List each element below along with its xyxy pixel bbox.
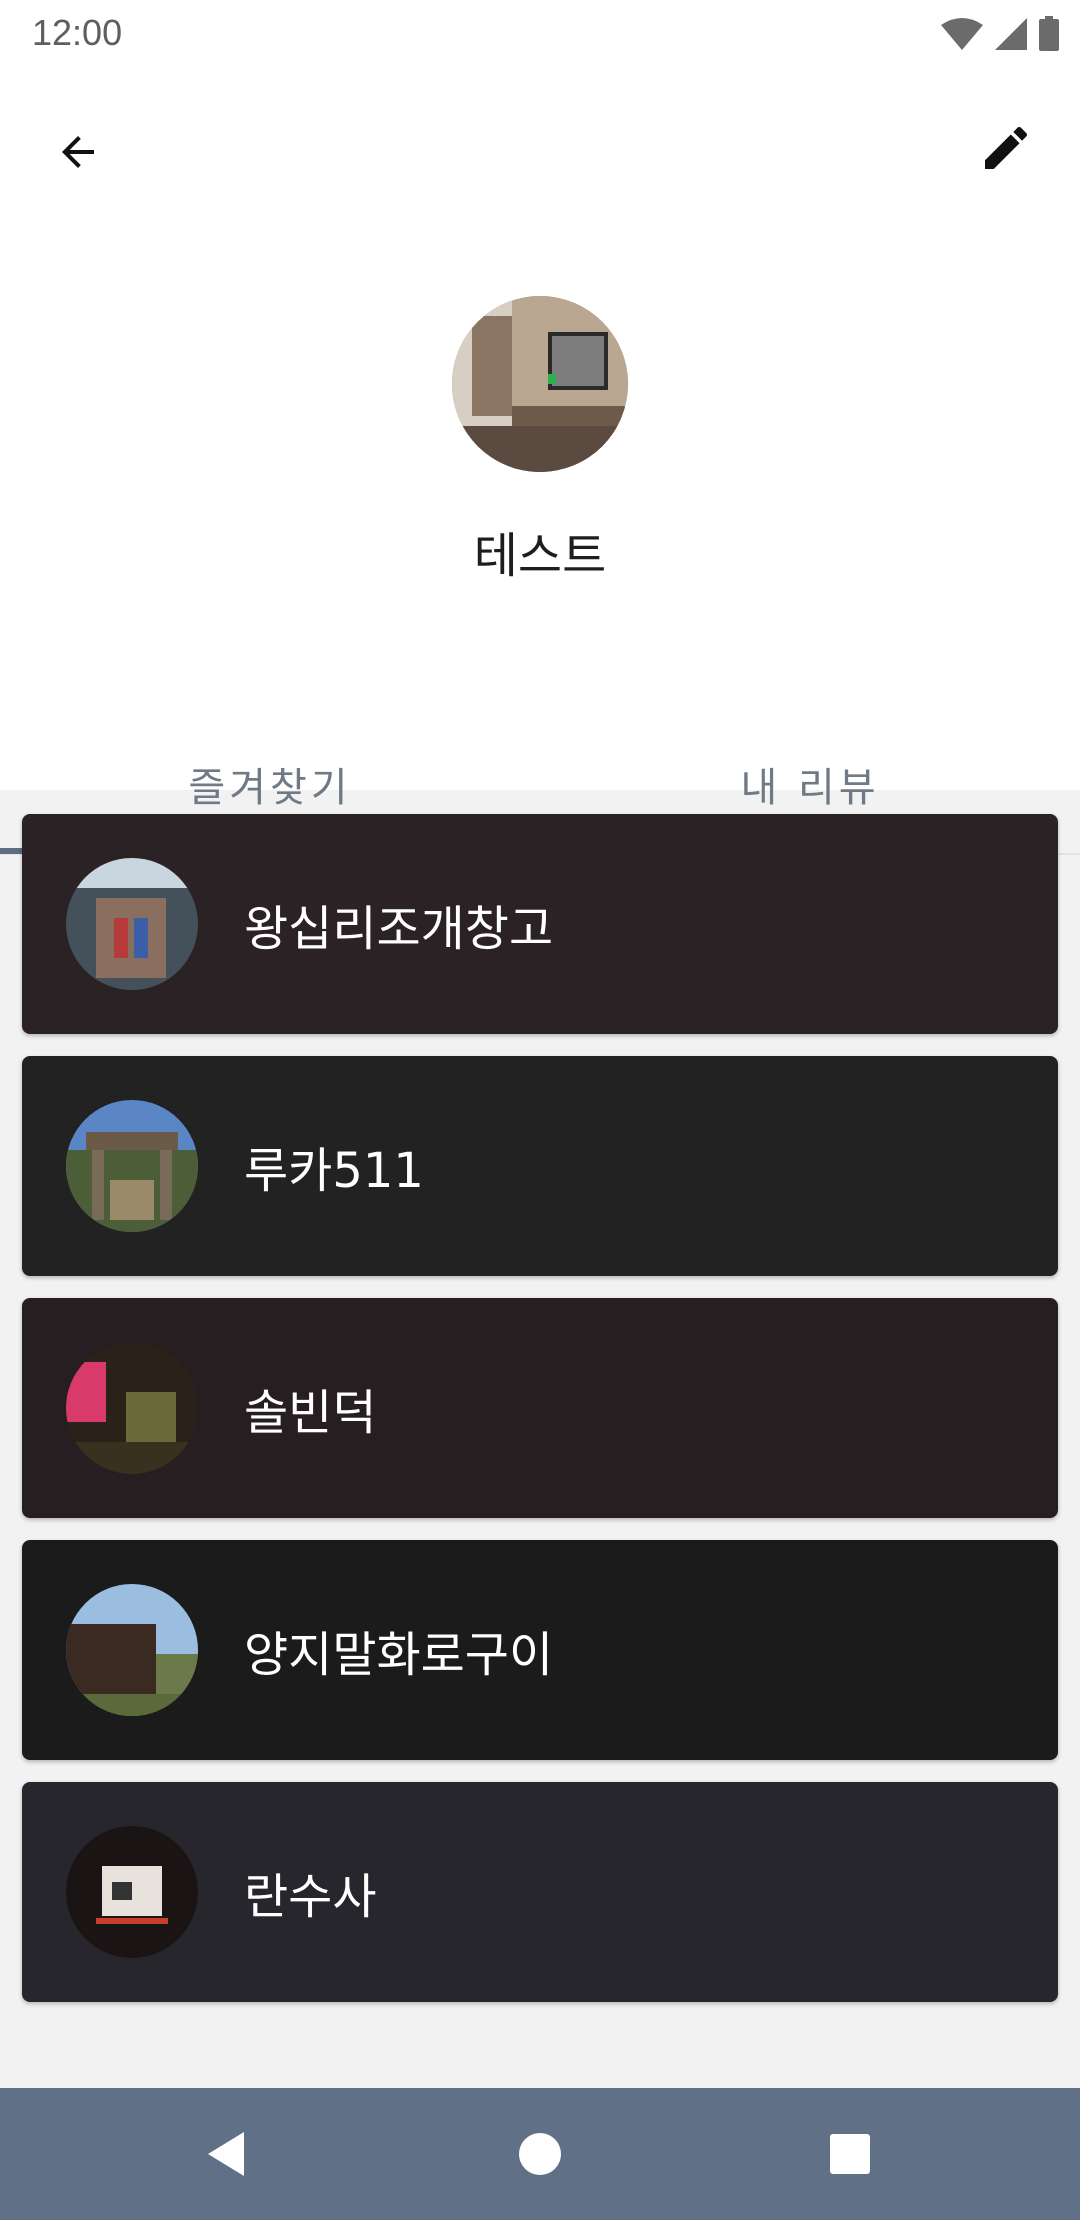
pencil-icon — [985, 126, 1028, 169]
restaurant-name: 루카511 — [244, 1143, 424, 1199]
list-item[interactable]: 루카511 — [22, 1056, 1058, 1276]
restaurant-name: 란수사 — [244, 1869, 377, 1925]
arrow-back-icon — [62, 136, 94, 168]
list-item[interactable]: 양지말화로구이 — [22, 1540, 1058, 1760]
restaurant-name: 솔빈덕 — [244, 1385, 377, 1441]
nav-recents-button[interactable] — [818, 2122, 882, 2186]
restaurant-name: 양지말화로구이 — [244, 1627, 554, 1683]
status-time: 12:00 — [32, 12, 123, 53]
nav-home-button[interactable] — [508, 2122, 572, 2186]
profile-header: 테스트 즐겨찾기 내 리뷰 — [0, 66, 1080, 855]
battery-icon — [1039, 16, 1059, 51]
recents-square-icon — [830, 2134, 870, 2174]
status-icons — [940, 14, 1060, 54]
favorites-list: 왕십리조개창고 루카511 솔빈덕 양지말화로구이 란수사 — [22, 814, 1058, 2024]
back-triangle-icon — [208, 2132, 244, 2176]
restaurant-thumbnail — [66, 1100, 198, 1232]
back-button[interactable] — [42, 116, 114, 188]
home-circle-icon — [519, 2133, 561, 2175]
list-item[interactable]: 왕십리조개창고 — [22, 814, 1058, 1034]
cell-signal-icon — [995, 18, 1027, 50]
profile-avatar[interactable] — [452, 296, 628, 472]
system-navigation-bar — [0, 2088, 1080, 2220]
list-item[interactable]: 란수사 — [22, 1782, 1058, 2002]
status-bar: 12:00 — [0, 0, 1080, 66]
nav-back-button[interactable] — [194, 2122, 258, 2186]
profile-username: 테스트 — [473, 528, 607, 584]
restaurant-thumbnail — [66, 1342, 198, 1474]
avatar-image — [452, 296, 628, 472]
restaurant-name: 왕십리조개창고 — [244, 901, 554, 957]
wifi-icon — [941, 18, 983, 50]
restaurant-thumbnail — [66, 1584, 198, 1716]
list-item[interactable]: 솔빈덕 — [22, 1298, 1058, 1518]
restaurant-thumbnail — [66, 1826, 198, 1958]
restaurant-thumbnail — [66, 858, 198, 990]
edit-profile-button[interactable] — [966, 108, 1046, 188]
